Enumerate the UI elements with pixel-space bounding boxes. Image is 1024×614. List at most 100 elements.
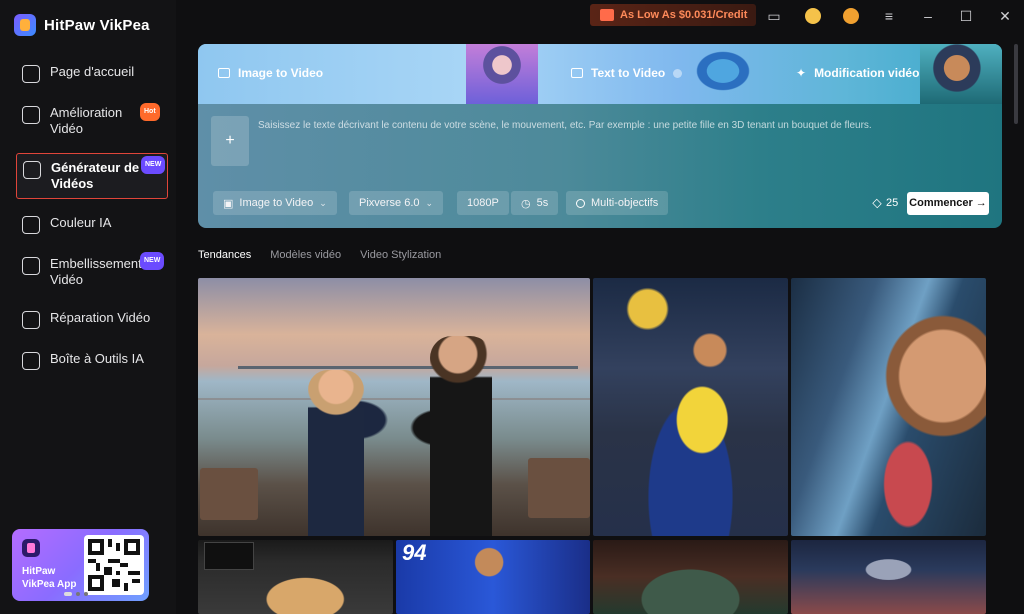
- sidebar-item-label: Boîte à Outils IA: [50, 351, 144, 366]
- title-bar: As Low As $0.031/Credit ▭ ≡ – ☐ ✕: [176, 0, 1024, 32]
- close-icon[interactable]: ✕: [997, 8, 1013, 24]
- promo-button[interactable]: As Low As $0.031/Credit: [590, 4, 756, 26]
- sidebar-item-video-enhance[interactable]: Amélioration Vidéo Hot: [16, 99, 168, 143]
- mode-select[interactable]: ▣ Image to Video ⌄: [213, 191, 337, 215]
- model-select-value: Pixverse 6.0: [359, 197, 420, 209]
- clock-icon: ◷: [521, 197, 531, 210]
- tab-label: Image to Video: [238, 66, 324, 80]
- boy-illustration: [920, 44, 1002, 104]
- model-select[interactable]: Pixverse 6.0 ⌄: [349, 191, 444, 215]
- sidebar-item-ai-color[interactable]: Couleur IA: [16, 209, 168, 240]
- sparkle-icon: ✦: [796, 66, 807, 80]
- tab-video-stylization[interactable]: Video Stylization: [360, 249, 441, 261]
- gallery-item-creature[interactable]: [593, 540, 788, 614]
- tab-video-templates[interactable]: Modèles vidéo: [270, 249, 341, 261]
- toolbox-icon: [22, 352, 40, 370]
- sidebar-item-label: Embellissement Vidéo: [50, 256, 142, 287]
- sidebar-item-label: Amélioration Vidéo: [50, 105, 123, 136]
- tab-label: Text to Video: [591, 66, 666, 80]
- tab-trends[interactable]: Tendances: [198, 249, 251, 261]
- sidebar-item-video-generator[interactable]: Générateur de Vidéos NEW: [16, 153, 168, 199]
- sidebar-item-video-repair[interactable]: Réparation Vidéo: [16, 304, 168, 335]
- new-badge: NEW: [141, 156, 166, 174]
- beautify-icon: [22, 257, 40, 275]
- text-icon: [571, 68, 583, 78]
- image-icon: [218, 68, 230, 78]
- gift-icon: [600, 9, 614, 21]
- sidebar-item-ai-toolbox[interactable]: Boîte à Outils IA: [16, 345, 168, 376]
- chevron-down-icon: ⌄: [319, 197, 327, 208]
- prompt-input[interactable]: Saisissez le texte décrivant le contenu …: [258, 120, 978, 131]
- mobile-app-icon: [22, 539, 40, 557]
- start-button[interactable]: Commencer →: [907, 192, 989, 215]
- resolution-select[interactable]: 1080P: [457, 191, 509, 215]
- resolution-value: 1080P: [467, 197, 499, 209]
- image-icon: ▣: [223, 197, 234, 210]
- menu-icon[interactable]: ≡: [881, 8, 897, 24]
- generator-panel: Image to Video Text to Video ✦ Modificat…: [198, 44, 1002, 228]
- credit-cost: 25: [872, 197, 898, 209]
- repair-icon: [22, 311, 40, 329]
- diamond-icon: [872, 198, 882, 208]
- gallery-item-trophy[interactable]: [593, 278, 788, 536]
- video-generator-icon: [23, 161, 41, 179]
- app-logo-icon: [14, 14, 36, 36]
- mode-select-value: Image to Video: [239, 197, 314, 209]
- mode-tabs-banner: Image to Video Text to Video ✦ Modificat…: [198, 44, 1002, 104]
- duration-select[interactable]: ◷ 5s: [511, 191, 559, 215]
- tab-text-to-video[interactable]: Text to Video: [571, 66, 683, 80]
- carousel-dots[interactable]: [64, 592, 88, 596]
- sidebar-item-label: Générateur de Vidéos: [51, 160, 140, 191]
- minimize-icon[interactable]: –: [920, 8, 936, 24]
- maximize-icon[interactable]: ☐: [958, 8, 974, 24]
- message-icon[interactable]: ▭: [766, 8, 782, 24]
- scoreboard-shape: [204, 542, 254, 570]
- sidebar: HitPaw VikPea Page d'accueil Amélioratio…: [0, 0, 176, 614]
- qr-code-icon: [84, 535, 144, 595]
- sidebar-item-home[interactable]: Page d'accueil: [16, 58, 168, 89]
- gallery-item-couple[interactable]: [198, 278, 590, 536]
- sidebar-item-label: Page d'accueil: [50, 64, 135, 79]
- sidebar-item-video-beautify[interactable]: Embellissement Vidéo NEW: [16, 250, 168, 294]
- man-figure: [430, 336, 492, 536]
- bench-shape: [528, 458, 590, 518]
- duration-value: 5s: [536, 197, 549, 209]
- gallery-item-portrait[interactable]: [791, 278, 986, 536]
- scrollbar[interactable]: [1014, 44, 1018, 124]
- video-enhance-icon: [22, 106, 40, 124]
- sidebar-item-label: Couleur IA: [50, 215, 112, 230]
- player-rating: 94: [402, 540, 427, 565]
- add-image-button[interactable]: +: [211, 116, 249, 166]
- bench-shape: [200, 468, 258, 520]
- coin-icon[interactable]: [805, 8, 821, 24]
- app-name: HitPaw VikPea: [44, 16, 150, 34]
- railing-shape: [198, 398, 590, 400]
- woman-figure: [308, 370, 364, 536]
- multi-shot-label: Multi-objectifs: [591, 197, 659, 209]
- promo-label: As Low As $0.031/Credit: [620, 9, 748, 21]
- checkbox-icon: [576, 198, 585, 208]
- category-tabs: Tendances Modèles vidéo Video Stylizatio…: [198, 249, 441, 261]
- new-badge: NEW: [140, 252, 165, 270]
- sidebar-nav: Page d'accueil Amélioration Vidéo Hot Gé…: [16, 58, 168, 386]
- gallery-item-robot[interactable]: [791, 540, 986, 614]
- hot-badge: Hot: [140, 103, 160, 121]
- tab-image-to-video[interactable]: Image to Video: [218, 66, 323, 80]
- tab-video-edit[interactable]: ✦ Modification vidéo: [796, 66, 919, 80]
- chevron-down-icon: ⌄: [425, 197, 434, 208]
- tab-label: Modification vidéo: [814, 66, 920, 80]
- mobile-app-label: HitPaw VikPea App: [22, 566, 77, 590]
- brand: HitPaw VikPea: [14, 14, 150, 36]
- sidebar-item-label: Réparation Vidéo: [50, 310, 151, 325]
- user-avatar-icon[interactable]: [843, 8, 859, 24]
- credit-value: 25: [886, 197, 899, 209]
- gallery-item-dog[interactable]: [198, 540, 393, 614]
- dolphin-illustration: [678, 44, 768, 104]
- color-icon: [22, 216, 40, 234]
- girl-illustration: [466, 44, 538, 104]
- home-icon: [22, 65, 40, 83]
- info-icon: [673, 68, 683, 78]
- mobile-app-card[interactable]: HitPaw VikPea App: [12, 529, 149, 601]
- multi-shot-toggle[interactable]: Multi-objectifs: [566, 191, 669, 215]
- gallery-item-player-card[interactable]: 94: [396, 540, 590, 614]
